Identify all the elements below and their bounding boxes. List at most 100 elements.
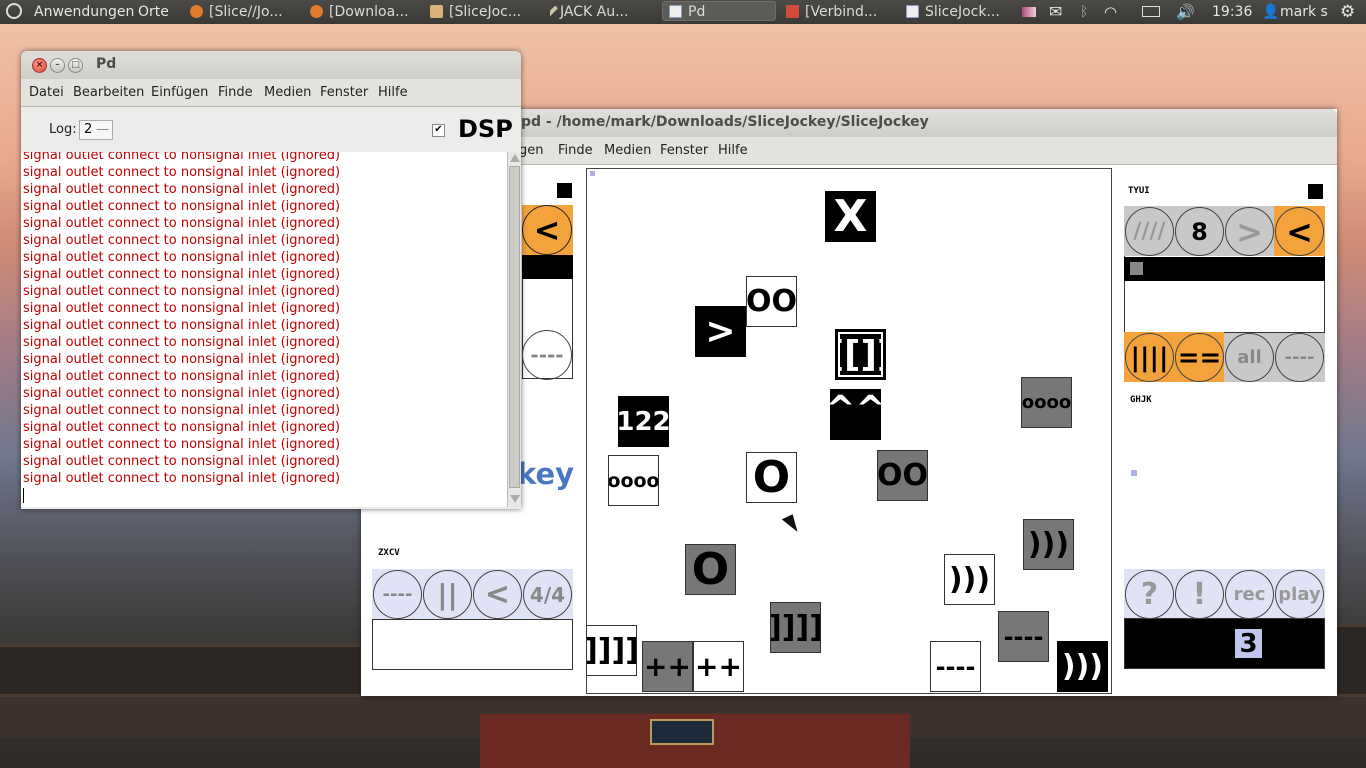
patch-menu-item[interactable]: Hilfe — [718, 143, 748, 158]
tyui-button-slash[interactable]: //// — [1125, 207, 1174, 256]
places-menu[interactable]: Orte — [138, 0, 169, 24]
menu-datei[interactable]: Datei — [29, 85, 64, 100]
pd-window-title: Pd — [96, 56, 117, 72]
caret-block[interactable]: ^^ — [830, 389, 881, 440]
pd-toolbar: Log: 2 — ✔ DSP — [21, 107, 521, 152]
tyui-label: TYUI — [1128, 186, 1150, 196]
oooo-right-block[interactable]: oooo — [1021, 377, 1072, 428]
patch-menu-item[interactable]: Finde — [558, 143, 593, 158]
close-icon[interactable]: × — [32, 58, 47, 73]
palace-roof — [0, 644, 360, 697]
log-console[interactable]: signal outlet connect to nonsignal inlet… — [21, 152, 507, 507]
log-line: signal outlet connect to nonsignal inlet… — [23, 233, 341, 248]
menu-hilfe[interactable]: Hilfe — [378, 85, 408, 100]
taskbar-item-jack[interactable]: JACK Au... — [550, 1, 660, 23]
log-line: signal outlet connect to nonsignal inlet… — [23, 301, 341, 316]
indicator-app-icon[interactable] — [1022, 0, 1036, 24]
play-button[interactable]: play — [1275, 570, 1324, 619]
minimize-icon[interactable]: – — [50, 58, 65, 73]
taskbar-item-folder[interactable]: [SliceJoc... — [430, 1, 540, 23]
menu-fenster[interactable]: Fenster — [320, 85, 368, 100]
patch-menu-item[interactable]: gen — [519, 143, 544, 158]
log-line: signal outlet connect to nonsignal inlet… — [23, 165, 341, 180]
settings-gear-icon[interactable]: ⚙ — [1340, 0, 1355, 24]
tyui-button-back[interactable]: < — [1275, 207, 1324, 256]
tyui-button-equals[interactable]: == — [1175, 333, 1224, 382]
applications-menu[interactable]: Anwendungen — [34, 0, 134, 24]
paren-white-block[interactable]: ))) — [944, 554, 995, 605]
left-dash-button[interactable]: ---- — [522, 330, 572, 380]
log-scrollbar[interactable] — [507, 152, 521, 507]
battery-icon[interactable] — [1142, 0, 1160, 24]
user-name[interactable]: mark s — [1280, 0, 1328, 24]
taskbar-item-pd[interactable]: Pd — [662, 1, 776, 21]
number-122-block[interactable]: 122 — [618, 396, 669, 447]
canvas-handle — [590, 171, 595, 176]
menu-medien[interactable]: Medien — [264, 85, 311, 100]
ubuntu-logo-icon[interactable] — [6, 0, 22, 24]
paren-black-block[interactable]: ))) — [1057, 641, 1108, 692]
patch-menu-item[interactable]: Medien — [604, 143, 651, 158]
x-block[interactable]: X — [825, 191, 876, 242]
paren-gray-block[interactable]: ))) — [1023, 519, 1074, 570]
patch-menu-item[interactable]: Fenster — [660, 143, 708, 158]
tyui-button-all[interactable]: all — [1225, 333, 1274, 382]
tyui-bang-square[interactable] — [1308, 184, 1323, 199]
menu-einfuegen[interactable]: Einfügen — [151, 85, 208, 100]
scrollbar-thumb[interactable] — [509, 166, 520, 488]
log-line: signal outlet connect to nonsignal inlet… — [23, 386, 341, 401]
bluetooth-icon[interactable]: ᛒ — [1080, 0, 1088, 24]
scroll-down-icon[interactable] — [510, 495, 520, 503]
tyui-progress-indicator[interactable] — [1130, 262, 1143, 275]
alert-button[interactable]: ! — [1175, 570, 1224, 619]
window-icon — [906, 5, 919, 18]
maximize-icon[interactable]: □ — [68, 58, 83, 73]
zxcv-button-pause[interactable]: || — [423, 570, 472, 619]
oo-top-block[interactable]: OO — [746, 276, 797, 327]
tyui-button-8[interactable]: 8 — [1175, 207, 1224, 256]
oooo-left-block[interactable]: oooo — [608, 455, 659, 506]
wifi-icon[interactable]: ◠ — [1104, 0, 1117, 24]
volume-icon[interactable]: 🔊 — [1176, 0, 1195, 24]
oo-gray-block[interactable]: OO — [877, 450, 928, 501]
palace-roof — [1337, 624, 1366, 697]
zxcv-button-back[interactable]: < — [473, 570, 522, 619]
dash-white-block[interactable]: ---- — [930, 641, 981, 692]
dash-gray-block[interactable]: ---- — [998, 611, 1049, 662]
bracket-gray-block[interactable]: ]]]] — [770, 602, 821, 653]
menu-bearbeiten[interactable]: Bearbeiten — [73, 85, 144, 100]
gt-block[interactable]: > — [695, 306, 746, 357]
log-lines: signal outlet connect to nonsignal inlet… — [21, 152, 507, 487]
bang-square[interactable] — [557, 183, 572, 198]
gate-plaque — [650, 719, 714, 745]
mail-icon[interactable]: ✉ — [1049, 0, 1062, 24]
menu-finde[interactable]: Finde — [218, 85, 253, 100]
taskbar-item-firefox-downloads[interactable]: [Downloa... — [310, 1, 420, 23]
number-display[interactable]: 3 — [1235, 629, 1262, 658]
zxcv-button-dash[interactable]: ---- — [373, 570, 422, 619]
plus-white-block[interactable]: ++ — [693, 641, 744, 692]
plus-gray-block[interactable]: ++ — [642, 641, 693, 692]
user-icon[interactable]: 👤 — [1262, 0, 1279, 24]
taskbar-item-connections[interactable]: [Verbind... — [786, 1, 896, 23]
tyui-button-forward[interactable]: > — [1225, 207, 1274, 256]
taskbar-item-firefox-slice[interactable]: [Slice//Jo... — [190, 1, 300, 23]
help-button[interactable]: ? — [1125, 570, 1174, 619]
clock[interactable]: 19:36 — [1212, 0, 1252, 24]
taskbar-item-slicejockey[interactable]: SliceJock... — [906, 1, 1016, 23]
o-center-block[interactable]: O — [746, 452, 797, 503]
dsp-checkbox[interactable]: ✔ — [432, 124, 445, 137]
o-gray-block[interactable]: O — [685, 544, 736, 595]
log-line: signal outlet connect to nonsignal inlet… — [23, 403, 341, 418]
log-line: signal outlet connect to nonsignal inlet… — [23, 420, 341, 435]
log-line: signal outlet connect to nonsignal inlet… — [23, 216, 341, 231]
back-arrow-button[interactable]: < — [522, 205, 572, 255]
log-level-select[interactable]: 2 — — [79, 120, 113, 140]
record-button[interactable]: rec — [1225, 570, 1274, 619]
tyui-button-bars[interactable]: |||| — [1125, 333, 1174, 382]
brackets-block[interactable]: [[]] — [835, 329, 886, 380]
bracket-white-block[interactable]: ]]]] — [586, 625, 637, 676]
tyui-button-dash[interactable]: ---- — [1275, 333, 1324, 382]
zxcv-button-meter[interactable]: 4/4 — [523, 570, 572, 619]
scroll-up-icon[interactable] — [510, 154, 520, 162]
